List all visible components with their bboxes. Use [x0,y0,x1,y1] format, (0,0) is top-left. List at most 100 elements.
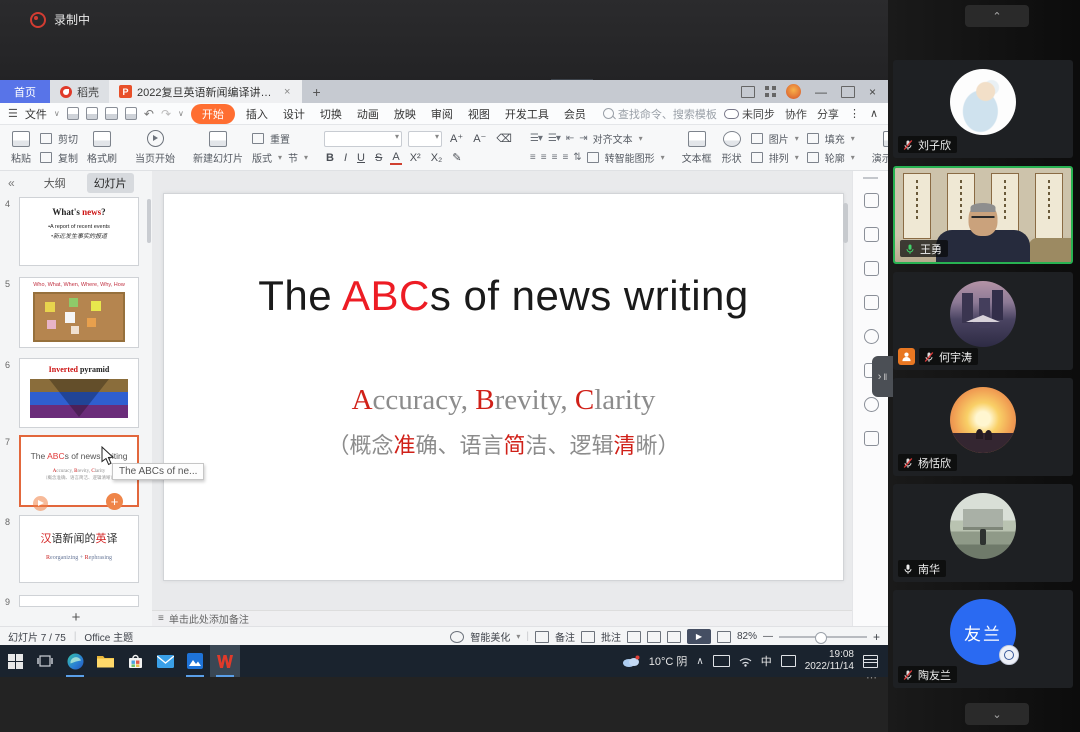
panel-scrollbar[interactable] [147,199,151,243]
thumbnail-slide-5[interactable]: 5 Who, What, When, Where, Why, How [0,277,152,349]
justify-icon[interactable]: ≡ [562,152,567,163]
account-avatar[interactable] [786,84,801,99]
align-text-button[interactable]: 对齐文本▾ [593,131,643,146]
notes-bar[interactable]: ≡ 单击此处添加备注 [152,610,852,626]
slide-library-icon[interactable] [864,295,879,310]
fit-window-icon[interactable] [717,631,731,643]
fill-button[interactable]: 填充▾ [807,131,855,146]
participant-tile-nanhua[interactable]: 南华 [893,484,1073,582]
network-icon[interactable] [739,656,752,667]
tab-outline[interactable]: 大纲 [37,173,73,193]
zoom-slider-knob[interactable] [815,632,827,644]
add-slide-button[interactable]: + [0,609,152,626]
tab-document[interactable]: P 2022复旦英语新闻编译讲座.pptx × [109,80,302,103]
decrease-font-button[interactable]: A⁻ [471,132,488,145]
export-icon[interactable] [86,107,98,120]
tab-close-icon[interactable]: × [282,86,292,98]
scroll-down-button[interactable]: ⌄ [965,703,1029,725]
font-name-combo[interactable] [324,131,402,147]
normal-view-icon[interactable] [627,631,641,643]
shapes-button[interactable]: 形状 [717,131,747,165]
menu-tab-member[interactable]: 会员 [560,106,590,122]
minimize-button[interactable]: — [811,85,831,99]
increase-font-button[interactable]: A⁺ [448,132,465,145]
strikethrough-button[interactable]: S [373,152,384,164]
workspace-grid-icon[interactable] [765,86,776,97]
clear-format-icon[interactable]: ⌫ [494,132,514,145]
underline-button[interactable]: U [355,152,367,164]
new-slide-button[interactable]: 新建幻灯片 [188,131,248,165]
menu-tab-slideshow[interactable]: 放映 [390,106,420,122]
help-icon[interactable] [864,329,879,344]
zoom-slider[interactable] [779,636,867,638]
tray-clock[interactable]: 19:08 2022/11/14 [805,649,854,674]
strip-handle[interactable] [863,177,878,179]
undo-icon[interactable]: ↶ [144,107,154,121]
scroll-up-button[interactable]: ⌃ [965,5,1029,27]
start-button[interactable] [0,645,30,677]
file-menu[interactable]: 文件 [25,106,47,122]
menu-tab-devtools[interactable]: 开发工具 [501,106,553,122]
line-spacing-icon[interactable]: ⇅ [573,152,580,163]
task-view-button[interactable] [30,645,60,677]
close-button[interactable]: × [865,85,880,99]
thumbnail-slide-6[interactable]: 6 Inverted pyramid [0,358,152,429]
wps-office-button[interactable] [210,645,240,677]
file-explorer-button[interactable] [90,645,120,677]
collaborate-button[interactable]: 协作 [785,106,807,122]
highlight-button[interactable]: ✎ [450,151,463,164]
weather-text[interactable]: 10°C 阴 [649,653,688,669]
italic-button[interactable]: I [342,152,349,164]
align-right-icon[interactable]: ≡ [552,152,557,163]
start-from-current-button[interactable]: 当页开始 [130,130,180,165]
photos-button[interactable] [180,645,210,677]
menu-tab-view[interactable]: 视图 [464,106,494,122]
present-tools-button[interactable]: 演示工具 [867,131,888,165]
textbox-button[interactable]: 文本框 [677,131,717,165]
more-menu-icon[interactable]: ⋮ [849,107,860,120]
current-slide[interactable]: The ABCs of news writing Accuracy, Brevi… [163,193,844,581]
paste-button[interactable]: 粘贴 [6,131,36,165]
collapse-ribbon-icon[interactable]: ∧ [870,107,878,120]
thumbnail-slide-8[interactable]: 8 汉语新闻的英译 Reorganizing + Rephrasing [0,515,152,584]
bold-button[interactable]: B [324,152,336,164]
print-icon[interactable] [105,107,117,120]
increase-indent-icon[interactable]: ⇥ [579,133,586,144]
align-left-icon[interactable]: ≡ [530,152,535,163]
participant-tile-wangyong[interactable]: 王勇 [893,166,1073,264]
bullet-list-icon[interactable]: ☰▾ [530,133,542,144]
layout-button[interactable]: 版式▾ [252,150,282,165]
target-icon[interactable] [864,397,879,412]
command-search[interactable]: 查找命令、搜索模板 [603,106,717,122]
save-icon[interactable] [67,107,79,120]
subscript-button[interactable]: X₂ [429,152,445,164]
number-list-icon[interactable]: ☰▾ [548,133,560,144]
theme-name[interactable]: Office 主题 [84,629,133,644]
participant-tile-yangtianxin[interactable]: 杨恬欣 [893,378,1073,476]
thumbnail-slide-9[interactable]: 9 [0,595,152,608]
hamburger-icon[interactable]: ☰ [8,107,18,120]
font-color-button[interactable]: A [390,151,401,165]
slideshow-play-button[interactable]: ▶ [687,629,711,644]
notebook-icon[interactable] [864,431,879,446]
new-tab-button[interactable]: + [302,80,330,103]
share-button[interactable]: 分享 [817,106,839,122]
format-painter-button[interactable]: 格式刷 [82,131,122,165]
section-button[interactable]: 节▾ [288,150,308,165]
to-smart-graphic-button[interactable]: 转智能图形▾ [587,150,665,165]
participant-tile-liuzixin[interactable]: 刘子欣 [893,60,1073,158]
thumb7-play-button[interactable] [33,496,48,511]
participant-tile-heyutao[interactable]: 何宇涛 [893,272,1073,370]
arrange-button[interactable]: 排列▾ [751,150,799,165]
thumb7-add-button[interactable]: + [106,493,123,510]
device-icon[interactable] [713,655,730,667]
print-preview-icon[interactable] [125,107,137,120]
tab-slides[interactable]: 幻灯片 [87,173,134,193]
menu-tab-insert[interactable]: 插入 [242,106,272,122]
reading-view-icon[interactable] [667,631,681,643]
mail-button[interactable] [150,645,180,677]
feature-rocket-icon[interactable] [864,193,879,208]
canvas-scrollbar[interactable] [843,203,848,243]
tab-home[interactable]: 首页 [0,80,50,103]
menu-tab-animation[interactable]: 动画 [353,106,383,122]
